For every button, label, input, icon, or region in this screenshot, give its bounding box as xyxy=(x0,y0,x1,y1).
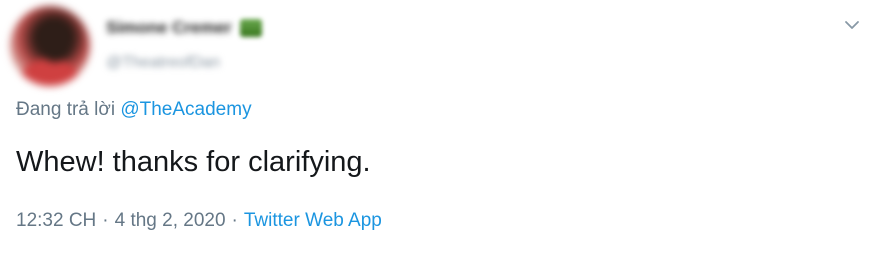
tweet-meta: 12:32 CH · 4 thg 2, 2020 · Twitter Web App xyxy=(16,210,382,232)
user-info: Simone Cremer @TheatreofDan xyxy=(106,14,262,72)
display-name[interactable]: Simone Cremer xyxy=(106,18,232,38)
tweet-text: Whew! thanks for clarifying. xyxy=(16,146,371,178)
tweet-source-link[interactable]: Twitter Web App xyxy=(244,210,382,231)
replying-to: Đang trả lời @TheAcademy xyxy=(16,99,252,121)
tweet-time[interactable]: 12:32 CH xyxy=(16,210,96,231)
mention-link[interactable]: @TheAcademy xyxy=(120,99,251,120)
green-flag-emoji-icon xyxy=(239,19,262,37)
avatar-face xyxy=(38,26,72,62)
chevron-down-icon[interactable] xyxy=(843,16,861,34)
meta-separator: · xyxy=(102,210,109,231)
replying-to-label: Đang trả lời xyxy=(16,99,116,120)
tweet-date[interactable]: 4 thg 2, 2020 xyxy=(115,210,226,231)
user-handle[interactable]: @TheatreofDan xyxy=(106,54,262,72)
display-name-row[interactable]: Simone Cremer xyxy=(106,14,262,42)
avatar-shirt xyxy=(18,58,82,86)
avatar[interactable] xyxy=(10,6,90,86)
meta-separator: · xyxy=(231,210,238,231)
tweet-card: Simone Cremer @TheatreofDan Đang trả lời… xyxy=(0,0,877,257)
